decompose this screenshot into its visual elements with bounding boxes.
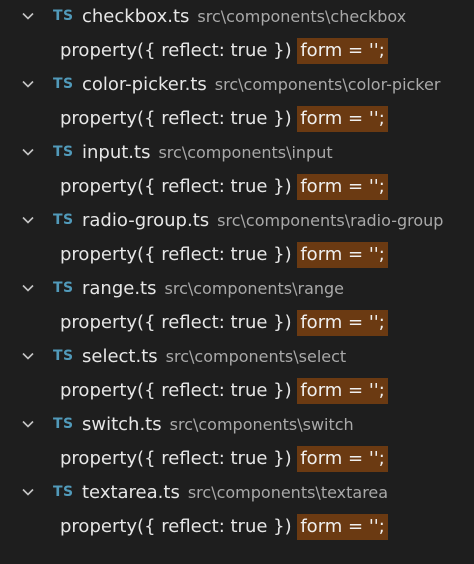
typescript-icon: TS bbox=[53, 144, 74, 160]
file-name-label: switch.ts src\components\switch bbox=[82, 414, 354, 435]
file-name: range.ts bbox=[82, 278, 157, 299]
match-prefix: property({ reflect: true }) bbox=[60, 108, 298, 129]
file-name: input.ts bbox=[82, 142, 151, 163]
file-name-label: range.ts src\components\range bbox=[82, 278, 344, 299]
match-highlight: form = ''; bbox=[297, 378, 388, 404]
typescript-icon: TS bbox=[53, 8, 74, 24]
match-prefix: property({ reflect: true }) bbox=[60, 244, 298, 265]
chevron-down-icon[interactable] bbox=[20, 484, 36, 500]
file-name-label: textarea.ts src\components\textarea bbox=[82, 482, 388, 503]
file-path: src\components\color-picker bbox=[214, 75, 441, 94]
result-group-select: TS select.ts src\components\select proper… bbox=[0, 340, 474, 408]
file-name-label: color-picker.ts src\components\color-pick… bbox=[82, 74, 440, 95]
chevron-down-icon[interactable] bbox=[20, 76, 36, 92]
match-highlight: form = ''; bbox=[297, 242, 388, 268]
result-group-textarea: TS textarea.ts src\components\textarea pr… bbox=[0, 476, 474, 544]
match-text: property({ reflect: true }) form = ''; bbox=[60, 310, 388, 336]
file-row[interactable]: TS radio-group.ts src\components\radio-gr… bbox=[0, 204, 474, 238]
file-path: src\components\radio-group bbox=[217, 211, 444, 230]
chevron-down-icon[interactable] bbox=[20, 416, 36, 432]
match-line[interactable]: property({ reflect: true }) form = ''; bbox=[0, 510, 474, 544]
match-text: property({ reflect: true }) form = ''; bbox=[60, 106, 388, 132]
file-row[interactable]: TS select.ts src\components\select bbox=[0, 340, 474, 374]
file-path: src\components\checkbox bbox=[197, 7, 407, 26]
file-row[interactable]: TS range.ts src\components\range bbox=[0, 272, 474, 306]
typescript-icon: TS bbox=[53, 416, 74, 432]
match-prefix: property({ reflect: true }) bbox=[60, 312, 298, 333]
match-line[interactable]: property({ reflect: true }) form = ''; bbox=[0, 374, 474, 408]
match-prefix: property({ reflect: true }) bbox=[60, 516, 298, 537]
file-name: switch.ts bbox=[82, 414, 162, 435]
file-path: src\components\select bbox=[165, 347, 347, 366]
typescript-icon: TS bbox=[53, 212, 74, 228]
match-highlight: form = ''; bbox=[297, 446, 388, 472]
result-group-switch: TS switch.ts src\components\switch proper… bbox=[0, 408, 474, 476]
result-group-radio-group: TS radio-group.ts src\components\radio-gr… bbox=[0, 204, 474, 272]
match-highlight: form = ''; bbox=[297, 514, 388, 540]
chevron-down-icon[interactable] bbox=[20, 280, 36, 296]
file-name-label: radio-group.ts src\components\radio-group bbox=[82, 210, 443, 231]
file-name: radio-group.ts bbox=[82, 210, 210, 231]
match-line[interactable]: property({ reflect: true }) form = ''; bbox=[0, 306, 474, 340]
match-line[interactable]: property({ reflect: true }) form = ''; bbox=[0, 102, 474, 136]
typescript-icon: TS bbox=[53, 348, 74, 364]
typescript-icon: TS bbox=[53, 280, 74, 296]
chevron-down-icon[interactable] bbox=[20, 212, 36, 228]
match-text: property({ reflect: true }) form = ''; bbox=[60, 514, 388, 540]
file-name: color-picker.ts bbox=[82, 74, 207, 95]
match-line[interactable]: property({ reflect: true }) form = ''; bbox=[0, 34, 474, 68]
file-name: select.ts bbox=[82, 346, 158, 367]
chevron-down-icon[interactable] bbox=[20, 8, 36, 24]
file-row[interactable]: TS color-picker.ts src\components\color-p… bbox=[0, 68, 474, 102]
match-prefix: property({ reflect: true }) bbox=[60, 176, 298, 197]
match-line[interactable]: property({ reflect: true }) form = ''; bbox=[0, 238, 474, 272]
result-group-color-picker: TS color-picker.ts src\components\color-p… bbox=[0, 68, 474, 136]
match-text: property({ reflect: true }) form = ''; bbox=[60, 174, 388, 200]
match-highlight: form = ''; bbox=[297, 174, 388, 200]
file-path: src\components\switch bbox=[169, 415, 354, 434]
search-results-tree: TS checkbox.ts src\components\checkbox pr… bbox=[0, 0, 474, 564]
typescript-icon: TS bbox=[53, 76, 74, 92]
match-prefix: property({ reflect: true }) bbox=[60, 40, 298, 61]
file-path: src\components\textarea bbox=[187, 483, 389, 502]
match-text: property({ reflect: true }) form = ''; bbox=[60, 242, 388, 268]
file-path: src\components\input bbox=[158, 143, 333, 162]
result-group-checkbox: TS checkbox.ts src\components\checkbox pr… bbox=[0, 0, 474, 68]
file-row[interactable]: TS textarea.ts src\components\textarea bbox=[0, 476, 474, 510]
file-row[interactable]: TS switch.ts src\components\switch bbox=[0, 408, 474, 442]
match-line[interactable]: property({ reflect: true }) form = ''; bbox=[0, 170, 474, 204]
result-group-input: TS input.ts src\components\input property… bbox=[0, 136, 474, 204]
chevron-down-icon[interactable] bbox=[20, 144, 36, 160]
match-highlight: form = ''; bbox=[297, 106, 388, 132]
typescript-icon: TS bbox=[53, 484, 74, 500]
file-row[interactable]: TS input.ts src\components\input bbox=[0, 136, 474, 170]
match-text: property({ reflect: true }) form = ''; bbox=[60, 446, 388, 472]
file-name: checkbox.ts bbox=[82, 6, 190, 27]
file-name: textarea.ts bbox=[82, 482, 180, 503]
file-path: src\components\range bbox=[164, 279, 345, 298]
match-highlight: form = ''; bbox=[297, 38, 388, 64]
match-highlight: form = ''; bbox=[297, 310, 388, 336]
file-name-label: select.ts src\components\select bbox=[82, 346, 346, 367]
file-name-label: input.ts src\components\input bbox=[82, 142, 333, 163]
match-text: property({ reflect: true }) form = ''; bbox=[60, 378, 388, 404]
match-prefix: property({ reflect: true }) bbox=[60, 448, 298, 469]
result-group-range: TS range.ts src\components\range property… bbox=[0, 272, 474, 340]
match-text: property({ reflect: true }) form = ''; bbox=[60, 38, 388, 64]
file-name-label: checkbox.ts src\components\checkbox bbox=[82, 6, 406, 27]
chevron-down-icon[interactable] bbox=[20, 348, 36, 364]
file-row[interactable]: TS checkbox.ts src\components\checkbox bbox=[0, 0, 474, 34]
match-line[interactable]: property({ reflect: true }) form = ''; bbox=[0, 442, 474, 476]
match-prefix: property({ reflect: true }) bbox=[60, 380, 298, 401]
